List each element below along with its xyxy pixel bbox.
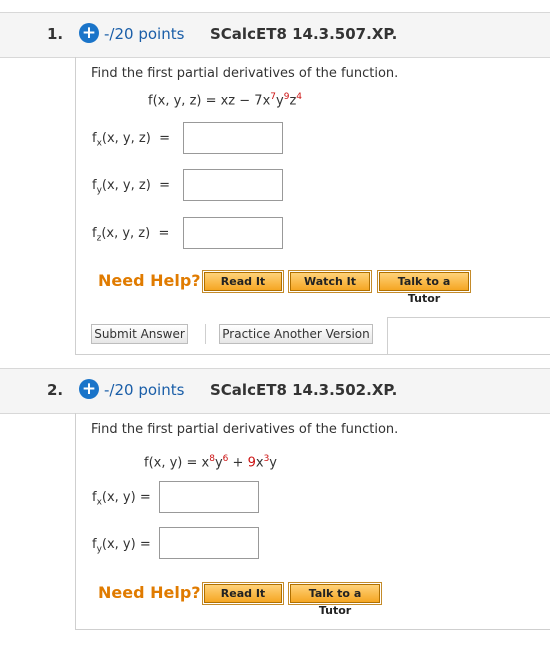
question-2-function: f(x, y) = x8y6 + 9x3y	[144, 454, 277, 471]
question-1-body	[75, 57, 550, 355]
question-code: SCalcET8 14.3.507.XP.	[210, 25, 398, 43]
fy-answer-input[interactable]	[159, 527, 259, 559]
talk-to-tutor-button[interactable]: Talk to a Tutor	[377, 270, 471, 305]
question-code: SCalcET8 14.3.502.XP.	[210, 381, 398, 399]
question-1-header: 1. + -/20 points SCalcET8 14.3.507.XP.	[0, 12, 550, 58]
fy-label: fy(x, y) =	[92, 537, 151, 555]
watch-it-button[interactable]: Watch It	[288, 270, 372, 293]
question-number: 2.	[47, 381, 64, 399]
practice-another-version-button[interactable]: Practice Another Version	[219, 324, 373, 344]
question-1-function: f(x, y, z) = xz − 7x7y9z4	[148, 92, 302, 109]
question-number: 1.	[47, 25, 64, 43]
expand-plus-icon[interactable]: +	[79, 379, 99, 399]
question-2-prompt: Find the first partial derivatives of th…	[91, 422, 399, 437]
fz-answer-input[interactable]	[183, 217, 283, 249]
submit-answer-button[interactable]: Submit Answer	[91, 324, 188, 344]
fx-answer-input[interactable]	[183, 122, 283, 154]
fy-answer-input[interactable]	[183, 169, 283, 201]
need-help-label: Need Help?	[98, 583, 201, 602]
fx-answer-input[interactable]	[159, 481, 259, 513]
talk-to-tutor-button[interactable]: Talk to a Tutor	[288, 582, 382, 617]
points-label: -/20 points	[104, 25, 185, 43]
fx-label: fx(x, y) =	[92, 490, 151, 508]
expand-plus-icon[interactable]: +	[79, 23, 99, 43]
fx-label: fx(x, y, z) =	[92, 131, 170, 149]
read-it-button[interactable]: Read It	[202, 582, 284, 605]
need-help-label: Need Help?	[98, 271, 201, 290]
points-label: -/20 points	[104, 381, 185, 399]
button-divider	[205, 324, 206, 344]
question-2-header: 2. + -/20 points SCalcET8 14.3.502.XP.	[0, 368, 550, 414]
tab-notch	[387, 317, 550, 354]
fz-label: fz(x, y, z) =	[92, 226, 170, 244]
fy-label: fy(x, y, z) =	[92, 178, 170, 196]
question-1-prompt: Find the first partial derivatives of th…	[91, 66, 399, 81]
read-it-button[interactable]: Read It	[202, 270, 284, 293]
